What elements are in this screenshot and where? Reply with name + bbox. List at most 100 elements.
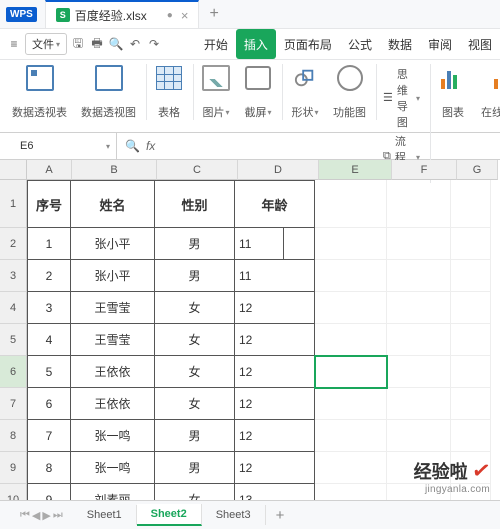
- ribbon-table[interactable]: 表格: [149, 64, 194, 120]
- menu-hamburger-icon[interactable]: ≡: [6, 36, 22, 52]
- cell-A3[interactable]: 2: [27, 260, 71, 292]
- cell-G5[interactable]: [451, 324, 491, 356]
- tab-insert[interactable]: 插入: [236, 29, 276, 59]
- cell-C7[interactable]: 女: [155, 388, 235, 420]
- save-icon[interactable]: 🖫: [70, 36, 86, 52]
- close-tab-button[interactable]: ×: [181, 8, 189, 23]
- row-header-6[interactable]: 6: [0, 356, 27, 388]
- cell-D3[interactable]: 11: [235, 260, 315, 292]
- row-header-5[interactable]: 5: [0, 324, 27, 356]
- tab-page-layout[interactable]: 页面布局: [276, 29, 340, 59]
- cell-E9[interactable]: [315, 452, 387, 484]
- cell-B4[interactable]: 王雪莹: [71, 292, 155, 324]
- cell-C9[interactable]: 男: [155, 452, 235, 484]
- redo-icon[interactable]: ↷: [146, 36, 162, 52]
- sheet-tab-3[interactable]: Sheet3: [202, 505, 266, 525]
- fx-button[interactable]: fx: [146, 139, 155, 153]
- cell-D9[interactable]: 12: [235, 452, 315, 484]
- cell-D7[interactable]: 12: [235, 388, 315, 420]
- add-sheet-button[interactable]: +: [266, 507, 295, 524]
- sheet-nav-first[interactable]: ⏮: [20, 509, 30, 522]
- select-all-corner[interactable]: [0, 160, 27, 180]
- col-header-E[interactable]: E: [319, 160, 392, 180]
- cell-E6[interactable]: [315, 356, 387, 388]
- row-header-8[interactable]: 8: [0, 420, 27, 452]
- cell-A4[interactable]: 3: [27, 292, 71, 324]
- cell-D1[interactable]: 年龄: [235, 180, 315, 228]
- col-header-B[interactable]: B: [72, 160, 157, 180]
- ribbon-screenshot[interactable]: 截屏▾: [238, 64, 283, 120]
- row-header-1[interactable]: 1: [0, 180, 27, 228]
- cell-E3[interactable]: [315, 260, 387, 292]
- cell-G4[interactable]: [451, 292, 491, 324]
- cell-A8[interactable]: 7: [27, 420, 71, 452]
- cell-G3[interactable]: [451, 260, 491, 292]
- cell-G1[interactable]: [451, 180, 491, 228]
- col-header-A[interactable]: A: [27, 160, 72, 180]
- document-tab[interactable]: S 百度经验.xlsx ● ×: [45, 0, 200, 28]
- tab-data[interactable]: 数据: [380, 29, 420, 59]
- cell-B6[interactable]: 王依依: [71, 356, 155, 388]
- cell-E2[interactable]: [315, 228, 387, 260]
- cell-A9[interactable]: 8: [27, 452, 71, 484]
- sheet-tab-1[interactable]: Sheet1: [73, 505, 137, 525]
- row-header-3[interactable]: 3: [0, 260, 27, 292]
- cell-B2[interactable]: 张小平: [71, 228, 155, 260]
- cell-B9[interactable]: 张一鸣: [71, 452, 155, 484]
- row-header-7[interactable]: 7: [0, 388, 27, 420]
- undo-icon[interactable]: ↶: [127, 36, 143, 52]
- sheet-nav-last[interactable]: ⏭: [53, 509, 63, 522]
- cell-C3[interactable]: 男: [155, 260, 235, 292]
- cell-D2[interactable]: 11: [235, 228, 315, 260]
- cell-E1[interactable]: [315, 180, 387, 228]
- col-header-C[interactable]: C: [157, 160, 238, 180]
- sheet-nav-next[interactable]: ▶: [42, 509, 50, 522]
- cell-E5[interactable]: [315, 324, 387, 356]
- tab-view[interactable]: 视图: [460, 29, 500, 59]
- cell-F6[interactable]: [387, 356, 451, 388]
- col-header-G[interactable]: G: [457, 160, 498, 180]
- ribbon-mindmap[interactable]: ☰思维导图▾: [383, 66, 420, 130]
- print-icon[interactable]: 🖶: [89, 36, 105, 52]
- cell-E7[interactable]: [315, 388, 387, 420]
- cell-C4[interactable]: 女: [155, 292, 235, 324]
- cell-F8[interactable]: [387, 420, 451, 452]
- new-tab-button[interactable]: +: [209, 5, 218, 23]
- ribbon-pivot-table[interactable]: 数据透视表: [6, 64, 73, 120]
- ribbon-chart[interactable]: 图表: [433, 64, 473, 120]
- cell-B1[interactable]: 姓名: [71, 180, 155, 228]
- cell-G8[interactable]: [451, 420, 491, 452]
- cell-A5[interactable]: 4: [27, 324, 71, 356]
- cell-B5[interactable]: 王雪莹: [71, 324, 155, 356]
- cell-E4[interactable]: [315, 292, 387, 324]
- col-header-D[interactable]: D: [238, 160, 319, 180]
- cell-A6[interactable]: 5: [27, 356, 71, 388]
- cell-C1[interactable]: 性别: [155, 180, 235, 228]
- sheet-nav-prev[interactable]: ◀: [32, 509, 40, 522]
- cell-D5[interactable]: 12: [235, 324, 315, 356]
- cell-D6[interactable]: 12: [235, 356, 315, 388]
- cell-G2[interactable]: [451, 228, 491, 260]
- cell-D8[interactable]: 12: [235, 420, 315, 452]
- ribbon-pivot-chart[interactable]: 数据透视图: [75, 64, 147, 120]
- cell-A7[interactable]: 6: [27, 388, 71, 420]
- cell-F2[interactable]: [387, 228, 451, 260]
- tab-start[interactable]: 开始: [196, 29, 236, 59]
- cell-C5[interactable]: 女: [155, 324, 235, 356]
- sheet-tab-2[interactable]: Sheet2: [137, 504, 202, 526]
- cell-D4[interactable]: 12: [235, 292, 315, 324]
- ribbon-icons[interactable]: 功能图: [327, 64, 377, 120]
- cell-C6[interactable]: 女: [155, 356, 235, 388]
- cell-A1[interactable]: 序号: [27, 180, 71, 228]
- cell-B7[interactable]: 王依依: [71, 388, 155, 420]
- cell-A2[interactable]: 1: [27, 228, 71, 260]
- cell-E8[interactable]: [315, 420, 387, 452]
- cell-C2[interactable]: 男: [155, 228, 235, 260]
- zoom-icon[interactable]: 🔍: [125, 139, 140, 153]
- col-header-F[interactable]: F: [392, 160, 457, 180]
- row-header-9[interactable]: 9: [0, 452, 27, 484]
- tab-review[interactable]: 审阅: [420, 29, 460, 59]
- ribbon-shapes[interactable]: 形状▾: [285, 64, 325, 120]
- cell-C8[interactable]: 男: [155, 420, 235, 452]
- file-menu[interactable]: 文件▾: [25, 33, 67, 55]
